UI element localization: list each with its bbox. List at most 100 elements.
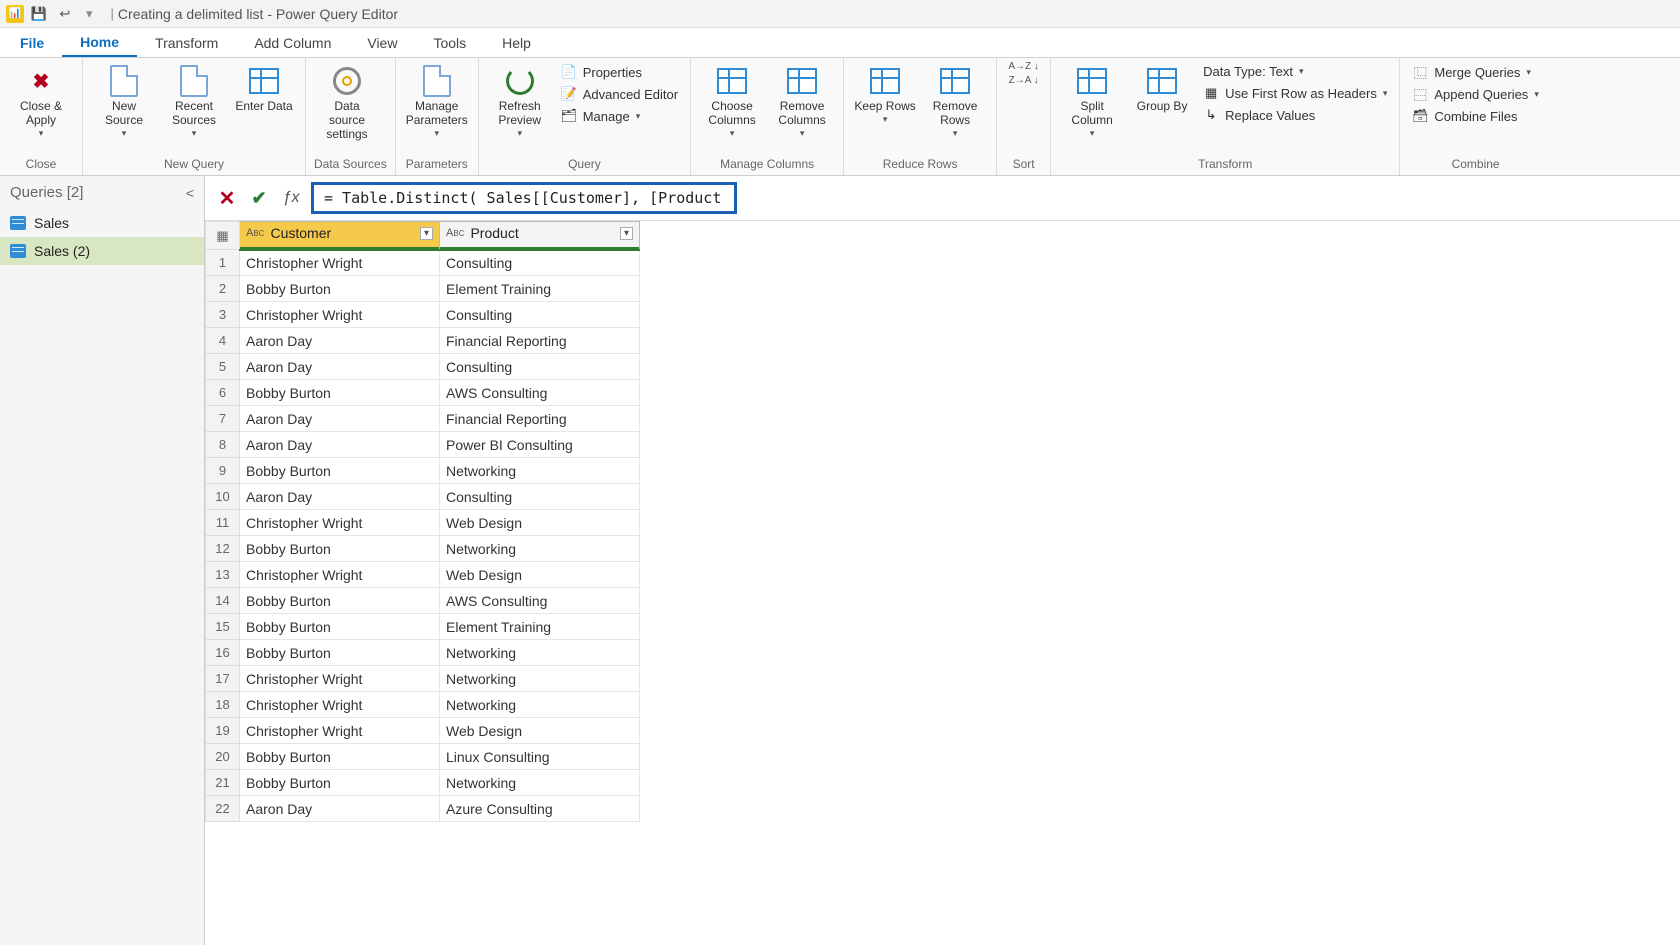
table-row[interactable]: 4Aaron DayFinancial Reporting xyxy=(206,328,640,354)
tab-tools[interactable]: Tools xyxy=(415,28,484,57)
cell-product[interactable]: Networking xyxy=(440,458,640,484)
table-row[interactable]: 16Bobby BurtonNetworking xyxy=(206,640,640,666)
cell-product[interactable]: Web Design xyxy=(440,510,640,536)
cell-customer[interactable]: Christopher Wright xyxy=(240,250,440,276)
cancel-formula-button[interactable]: ✕ xyxy=(215,186,239,210)
accept-formula-button[interactable]: ✔ xyxy=(247,186,271,210)
sort-asc-button[interactable]: A→Z ↓ xyxy=(1008,62,1039,72)
row-number[interactable]: 14 xyxy=(206,588,240,614)
save-icon[interactable]: 💾 xyxy=(30,5,48,23)
cell-product[interactable]: Networking xyxy=(440,692,640,718)
table-corner[interactable]: ▦ xyxy=(206,222,240,250)
remove-rows-button[interactable]: Remove Rows xyxy=(922,62,988,141)
table-row[interactable]: 8Aaron DayPower BI Consulting xyxy=(206,432,640,458)
cell-product[interactable]: Networking xyxy=(440,536,640,562)
remove-columns-button[interactable]: Remove Columns xyxy=(769,62,835,141)
row-number[interactable]: 17 xyxy=(206,666,240,692)
row-number[interactable]: 12 xyxy=(206,536,240,562)
cell-product[interactable]: Financial Reporting xyxy=(440,406,640,432)
row-number[interactable]: 6 xyxy=(206,380,240,406)
table-row[interactable]: 5Aaron DayConsulting xyxy=(206,354,640,380)
cell-product[interactable]: Financial Reporting xyxy=(440,328,640,354)
table-row[interactable]: 15Bobby BurtonElement Training xyxy=(206,614,640,640)
cell-product[interactable]: AWS Consulting xyxy=(440,380,640,406)
cell-product[interactable]: Consulting xyxy=(440,484,640,510)
tab-help[interactable]: Help xyxy=(484,28,549,57)
row-number[interactable]: 16 xyxy=(206,640,240,666)
cell-customer[interactable]: Bobby Burton xyxy=(240,276,440,302)
cell-customer[interactable]: Aaron Day xyxy=(240,406,440,432)
cell-product[interactable]: Networking xyxy=(440,770,640,796)
data-grid[interactable]: ▦ ABCCustomer▾ABCProduct▾ 1Christopher W… xyxy=(205,221,1680,822)
row-number[interactable]: 11 xyxy=(206,510,240,536)
cell-customer[interactable]: Aaron Day xyxy=(240,432,440,458)
cell-customer[interactable]: Christopher Wright xyxy=(240,302,440,328)
cell-product[interactable]: Consulting xyxy=(440,302,640,328)
manage-parameters-button[interactable]: Manage Parameters xyxy=(404,62,470,141)
cell-customer[interactable]: Bobby Burton xyxy=(240,744,440,770)
data-type-button[interactable]: Data Type: Text xyxy=(1199,62,1391,81)
merge-queries-button[interactable]: ⿺Merge Queries xyxy=(1408,62,1542,82)
row-number[interactable]: 18 xyxy=(206,692,240,718)
cell-customer[interactable]: Christopher Wright xyxy=(240,562,440,588)
table-row[interactable]: 13Christopher WrightWeb Design xyxy=(206,562,640,588)
row-number[interactable]: 21 xyxy=(206,770,240,796)
row-number[interactable]: 20 xyxy=(206,744,240,770)
table-row[interactable]: 14Bobby BurtonAWS Consulting xyxy=(206,588,640,614)
table-row[interactable]: 17Christopher WrightNetworking xyxy=(206,666,640,692)
table-row[interactable]: 2Bobby BurtonElement Training xyxy=(206,276,640,302)
advanced-editor-button[interactable]: 📝Advanced Editor xyxy=(557,84,682,104)
row-number[interactable]: 13 xyxy=(206,562,240,588)
row-number[interactable]: 5 xyxy=(206,354,240,380)
query-item[interactable]: Sales xyxy=(0,209,204,237)
cell-customer[interactable]: Bobby Burton xyxy=(240,458,440,484)
cell-product[interactable]: Linux Consulting xyxy=(440,744,640,770)
query-item[interactable]: Sales (2) xyxy=(0,237,204,265)
cell-customer[interactable]: Aaron Day xyxy=(240,484,440,510)
filter-icon[interactable]: ▾ xyxy=(620,227,633,240)
first-row-headers-button[interactable]: ▦Use First Row as Headers xyxy=(1199,83,1391,103)
split-column-button[interactable]: Split Column xyxy=(1059,62,1125,141)
manage-button[interactable]: 🗂Manage xyxy=(557,106,682,126)
collapse-pane-icon[interactable]: < xyxy=(186,185,194,201)
formula-input[interactable] xyxy=(314,185,734,211)
recent-sources-button[interactable]: Recent Sources xyxy=(161,62,227,141)
cell-customer[interactable]: Bobby Burton xyxy=(240,640,440,666)
cell-product[interactable]: Element Training xyxy=(440,276,640,302)
cell-customer[interactable]: Bobby Burton xyxy=(240,536,440,562)
column-header-customer[interactable]: ABCCustomer▾ xyxy=(240,222,440,250)
row-number[interactable]: 4 xyxy=(206,328,240,354)
tab-file[interactable]: File xyxy=(2,28,62,57)
cell-product[interactable]: Consulting xyxy=(440,250,640,276)
cell-product[interactable]: AWS Consulting xyxy=(440,588,640,614)
sort-desc-button[interactable]: Z→A ↓ xyxy=(1009,76,1039,86)
cell-product[interactable]: Networking xyxy=(440,666,640,692)
filter-icon[interactable]: ▾ xyxy=(420,227,433,240)
cell-customer[interactable]: Christopher Wright xyxy=(240,692,440,718)
close-apply-button[interactable]: ✖ Close & Apply xyxy=(8,62,74,141)
tab-add-column[interactable]: Add Column xyxy=(236,28,349,57)
row-number[interactable]: 7 xyxy=(206,406,240,432)
group-by-button[interactable]: Group By xyxy=(1129,62,1195,116)
table-row[interactable]: 9Bobby BurtonNetworking xyxy=(206,458,640,484)
cell-product[interactable]: Consulting xyxy=(440,354,640,380)
table-row[interactable]: 18Christopher WrightNetworking xyxy=(206,692,640,718)
combine-files-button[interactable]: 🗃Combine Files xyxy=(1408,106,1542,126)
table-row[interactable]: 7Aaron DayFinancial Reporting xyxy=(206,406,640,432)
cell-customer[interactable]: Aaron Day xyxy=(240,328,440,354)
cell-customer[interactable]: Bobby Burton xyxy=(240,770,440,796)
append-queries-button[interactable]: ⿱Append Queries xyxy=(1408,84,1542,104)
cell-customer[interactable]: Christopher Wright xyxy=(240,666,440,692)
undo-icon[interactable]: ↩ xyxy=(56,5,74,23)
data-source-settings-button[interactable]: Data source settings xyxy=(314,62,380,143)
table-row[interactable]: 12Bobby BurtonNetworking xyxy=(206,536,640,562)
table-row[interactable]: 20Bobby BurtonLinux Consulting xyxy=(206,744,640,770)
properties-button[interactable]: 📄Properties xyxy=(557,62,682,82)
cell-product[interactable]: Power BI Consulting xyxy=(440,432,640,458)
row-number[interactable]: 22 xyxy=(206,796,240,822)
row-number[interactable]: 3 xyxy=(206,302,240,328)
cell-product[interactable]: Element Training xyxy=(440,614,640,640)
table-row[interactable]: 1Christopher WrightConsulting xyxy=(206,250,640,276)
tab-view[interactable]: View xyxy=(349,28,415,57)
cell-customer[interactable]: Bobby Burton xyxy=(240,588,440,614)
